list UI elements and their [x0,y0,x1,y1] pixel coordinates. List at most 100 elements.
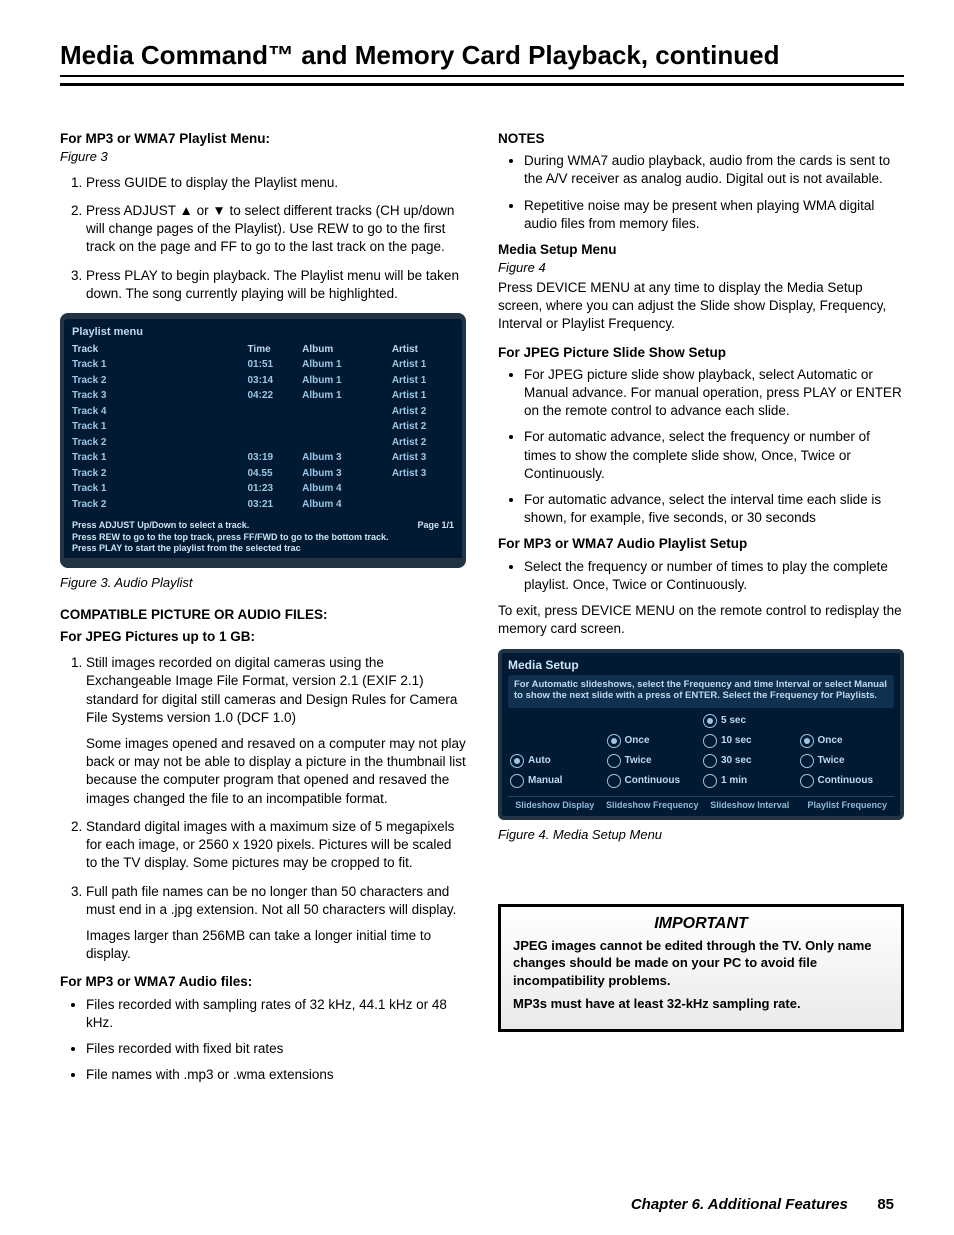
list-item: For JPEG picture slide show playback, se… [524,366,904,421]
list-item: File names with .mp3 or .wma extensions [86,1066,466,1084]
mp3-setup-bullets: Select the frequency or number of times … [498,558,904,594]
radio-icon [703,754,717,768]
table-cell: Album 1 [298,373,388,389]
heading-jpeg-1gb: For JPEG Pictures up to 1 GB: [60,628,466,646]
notes-bullets: During WMA7 audio playback, audio from t… [498,152,904,233]
audio-file-bullets: Files recorded with sampling rates of 32… [60,996,466,1085]
radio-icon [800,774,814,788]
table-row: Track 103:19Album 3Artist 3 [68,450,458,466]
compat-steps: Still images recorded on digital cameras… [60,654,466,963]
figure-3-caption: Figure 3. Audio Playlist [60,574,466,592]
radio-icon [607,754,621,768]
col-header: Track [68,342,244,358]
table-cell: Artist 1 [388,357,458,373]
table-cell: Album 3 [298,450,388,466]
media-setup-options-grid: AutoManual OnceTwiceContinuous 5 sec10 s… [508,712,894,792]
table-row: Track 101:51Album 1Artist 1 [68,357,458,373]
table-row: Track 203:14Album 1Artist 1 [68,373,458,389]
table-cell [244,435,299,451]
list-item: Repetitive noise may be present when pla… [524,197,904,233]
table-cell [388,481,458,497]
page-title: Media Command™ and Memory Card Playback,… [60,40,904,71]
slideshow-interval-col: 5 sec10 sec30 sec1 min [703,714,796,788]
page-footer: Chapter 6. Additional Features 85 [60,1196,894,1213]
radio-option: Once [800,734,893,748]
important-paragraph: JPEG images cannot be edited through the… [513,937,889,990]
list-item: Standard digital images with a maximum s… [86,818,466,873]
table-row: Track 1Artist 2 [68,419,458,435]
heading-audio-files: For MP3 or WMA7 Audio files: [60,973,466,991]
step-text: Press PLAY to begin playback. The Playli… [86,268,459,301]
radio-option: Twice [800,754,893,768]
table-cell: Track 1 [68,419,244,435]
slideshow-display-col: Auto Manual [510,714,603,788]
paragraph: Some images opened and resaved on a comp… [86,735,466,808]
page-number: 85 [852,1196,894,1213]
table-cell: Artist 1 [388,373,458,389]
playlist-steps: Press GUIDE to display the Playlist menu… [60,174,466,303]
option-label: Auto [528,754,551,768]
option-label: 10 sec [721,734,752,748]
table-row: Track 304:22Album 1Artist 1 [68,388,458,404]
media-setup-title: Media Setup [508,657,894,675]
list-item: Still images recorded on digital cameras… [86,654,466,808]
table-cell [244,404,299,420]
radio-icon [703,774,717,788]
radio-icon [607,734,621,748]
table-cell: Album 4 [298,481,388,497]
figure-reference-4: Figure 4 [498,259,904,277]
rule-thin [60,75,904,77]
radio-option: Twice [607,754,700,768]
tip-line: Press ADJUST Up/Down to select a track. [72,520,454,531]
table-cell: Track 2 [68,373,244,389]
playlist-title: Playlist menu [68,325,458,340]
radio-option: 10 sec [703,734,796,748]
table-cell: Artist 1 [388,388,458,404]
two-column-layout: For MP3 or WMA7 Playlist Menu: Figure 3 … [60,126,904,1093]
list-item: Select the frequency or number of times … [524,558,904,594]
radio-option: Manual [510,774,603,788]
bullet-text: For JPEG picture slide show playback, se… [524,367,902,418]
playlist-table: Track Time Album Artist Track 101:51Albu… [68,342,458,513]
list-item: Press GUIDE to display the Playlist menu… [86,174,466,192]
important-paragraph: MP3s must have at least 32-kHz sampling … [513,995,889,1013]
jpeg-setup-bullets: For JPEG picture slide show playback, se… [498,366,904,528]
table-cell: Artist 2 [388,435,458,451]
table-cell: Track 3 [68,388,244,404]
playlist-page-number: Page 1/1 [417,520,454,531]
right-column: NOTES During WMA7 audio playback, audio … [498,126,904,1093]
option-label: Continuous [625,774,681,788]
radio-option: Continuous [607,774,700,788]
table-cell: 03:14 [244,373,299,389]
radio-option: 30 sec [703,754,796,768]
list-item: During WMA7 audio playback, audio from t… [524,152,904,188]
playlist-tips: Page 1/1 Press ADJUST Up/Down to select … [68,520,458,554]
bullet-text: Select the frequency or number of times … [524,559,888,592]
slideshow-frequency-col: OnceTwiceContinuous [607,714,700,788]
heading-mp3-setup: For MP3 or WMA7 Audio Playlist Setup [498,535,904,553]
list-item: Press PLAY to begin playback. The Playli… [86,267,466,303]
table-cell: Album 1 [298,357,388,373]
bullet-text: Repetitive noise may be present when pla… [524,198,874,231]
list-item: For automatic advance, select the freque… [524,428,904,483]
table-cell: 03:21 [244,497,299,513]
paragraph: Still images recorded on digital cameras… [86,654,466,727]
paragraph: Standard digital images with a maximum s… [86,818,466,873]
radio-icon [703,714,717,728]
table-cell: 04:22 [244,388,299,404]
bullet-text: During WMA7 audio playback, audio from t… [524,153,890,186]
media-setup-screenshot: Media Setup For Automatic slideshows, se… [498,649,904,821]
bullet-text: For automatic advance, select the freque… [524,429,870,480]
table-cell: Album 4 [298,497,388,513]
option-label: Once [818,734,843,748]
media-setup-col-labels: Slideshow Display Slideshow Frequency Sl… [508,796,894,811]
list-item: Press ADJUST ▲ or ▼ to select different … [86,202,466,257]
col-label: Playlist Frequency [801,801,895,811]
important-box: IMPORTANT JPEG images cannot be edited t… [498,904,904,1032]
table-row: Track 204.55Album 3Artist 3 [68,466,458,482]
paragraph: Full path file names can be no longer th… [86,883,466,919]
table-cell: Album 1 [298,388,388,404]
option-label: 1 min [721,774,747,788]
table-cell: Track 1 [68,450,244,466]
figure-reference-3: Figure 3 [60,148,466,166]
